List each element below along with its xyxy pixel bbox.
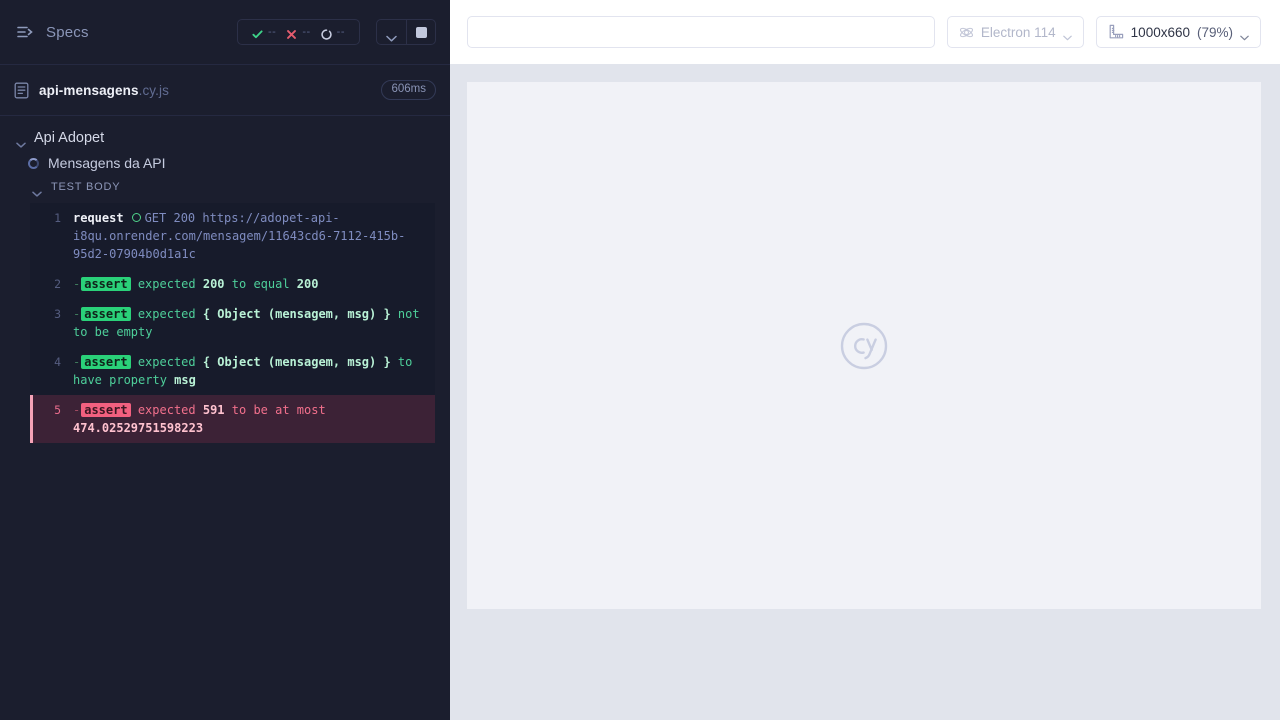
test-row[interactable]: Mensagens da API — [0, 150, 450, 176]
command-row[interactable]: 2- assert expected 200 to equal 200 — [30, 269, 435, 299]
chevron-down-icon — [16, 135, 26, 148]
assert-phrase: expected — [137, 355, 203, 369]
viewport-scale-label: (79%) — [1196, 24, 1233, 40]
stop-run-button[interactable] — [406, 20, 435, 44]
spec-extension: .cy.js — [138, 82, 169, 98]
reporter-panel: Specs -- -- -- api-mensagens.cy.js 606ms… — [0, 0, 450, 720]
assert-phrase: expected — [137, 403, 203, 417]
ruler-icon — [1108, 24, 1124, 40]
run-stats: -- -- -- — [237, 19, 360, 45]
viewport-size-label: 1000x660 — [1130, 24, 1190, 40]
command-number: 5 — [54, 403, 61, 417]
electron-icon — [959, 25, 974, 40]
spec-name: api-mensagens.cy.js — [39, 83, 371, 98]
assert-value: 200 — [296, 277, 319, 291]
assert-value: { Object (mensagem, msg) } — [202, 355, 391, 369]
viewport-size-button[interactable]: 1000x660 (79%) — [1095, 16, 1261, 48]
specs-label: Specs — [46, 23, 89, 41]
assert-phrase: expected — [137, 277, 203, 291]
stat-passed: -- — [247, 26, 281, 38]
assert-dash: - — [73, 403, 81, 417]
test-tree: Api Adopet Mensagens da API TEST BODY 1r… — [0, 116, 450, 443]
cy-logo — [838, 320, 890, 372]
specs-list-icon — [16, 23, 34, 41]
stat-pending-value: -- — [336, 26, 345, 38]
assert-value: { Object (mensagem, msg) } — [202, 307, 391, 321]
command-text: - assert expected { Object (mensagem, msg… — [73, 305, 429, 341]
toggle-specs-list-button[interactable] — [377, 20, 406, 44]
command-number: 4 — [54, 355, 61, 369]
runner-header: Electron 114 1000x660 (79%) — [450, 0, 1280, 64]
assert-phrase: to equal — [224, 277, 297, 291]
suite-row[interactable]: Api Adopet — [0, 126, 450, 150]
stat-failed-value: -- — [302, 26, 311, 38]
command-text: request GET 200 https://adopet-api-i8qu.o… — [73, 209, 429, 263]
command-row-failed[interactable]: 5- assert expected 591 to be at most 474.… — [30, 395, 435, 443]
command-log: 1 request GET 200 https://adopet-api-i8qu.… — [30, 203, 435, 443]
assert-dash: - — [73, 307, 81, 321]
command-number: 3 — [54, 307, 61, 321]
assert-value: 200 — [202, 277, 225, 291]
chevron-down-icon — [32, 184, 42, 197]
assert-dash: - — [73, 355, 81, 369]
url-input[interactable] — [467, 16, 935, 48]
cypress-test-runner: Specs -- -- -- api-mensagens.cy.js 606ms… — [0, 0, 1280, 720]
stat-passed-value: -- — [268, 26, 277, 38]
command-number: 1 — [54, 211, 61, 225]
aut-frame[interactable] — [467, 82, 1261, 609]
assert-phrase: to be at most — [224, 403, 326, 417]
chevron-down-icon — [1240, 29, 1249, 41]
file-icon — [14, 82, 29, 99]
assert-phrase: expected — [137, 307, 203, 321]
green-circle-icon — [131, 213, 141, 222]
command-row[interactable]: 4- assert expected { Object (mensagem, ms… — [30, 347, 435, 395]
passed-check-icon — [252, 27, 263, 38]
browser-label: Electron 114 — [980, 24, 1056, 40]
assert-value: 591 — [202, 403, 225, 417]
suite-title: Api Adopet — [34, 130, 105, 146]
assert-badge: assert — [81, 355, 131, 369]
assert-value: 474.02529751598223 — [73, 421, 204, 435]
spec-duration-badge: 606ms — [381, 79, 436, 101]
assert-value: msg — [174, 373, 196, 387]
browser-selector-button[interactable]: Electron 114 — [946, 16, 1084, 48]
assert-badge: assert — [81, 403, 131, 417]
reporter-header: Specs -- -- -- — [0, 0, 450, 64]
stat-failed: -- — [281, 26, 315, 39]
stat-pending: -- — [316, 26, 350, 40]
command-row[interactable]: 1 request GET 200 https://adopet-api-i8qu.… — [30, 203, 435, 269]
spec-row[interactable]: api-mensagens.cy.js 606ms — [0, 64, 450, 116]
pending-circle-icon — [321, 27, 332, 40]
spec-basename: api-mensagens — [39, 82, 139, 98]
command-method: request — [73, 211, 124, 225]
stop-square-icon — [415, 26, 427, 38]
running-spinner-icon — [28, 157, 39, 169]
chevron-down-icon — [1062, 29, 1072, 41]
command-text: - assert expected 591 to be at most 474.0… — [73, 401, 429, 437]
assert-dash: - — [73, 277, 81, 291]
specs-button[interactable]: Specs — [16, 23, 229, 41]
runner-panel: Electron 114 1000x660 (79%) — [450, 0, 1280, 720]
runner-body — [450, 64, 1280, 720]
failed-x-icon — [286, 27, 297, 39]
run-controls — [376, 19, 436, 45]
chevron-down-icon — [386, 29, 397, 42]
test-title: Mensagens da API — [48, 155, 166, 171]
command-row[interactable]: 3- assert expected { Object (mensagem, ms… — [30, 299, 435, 347]
assert-badge: assert — [81, 307, 131, 321]
command-number: 2 — [54, 277, 61, 291]
hook-row[interactable]: TEST BODY — [0, 176, 450, 199]
assert-badge: assert — [81, 277, 131, 291]
command-text: - assert expected { Object (mensagem, msg… — [73, 353, 429, 389]
command-text: - assert expected 200 to equal 200 — [73, 275, 429, 293]
hook-label: TEST BODY — [51, 181, 121, 193]
